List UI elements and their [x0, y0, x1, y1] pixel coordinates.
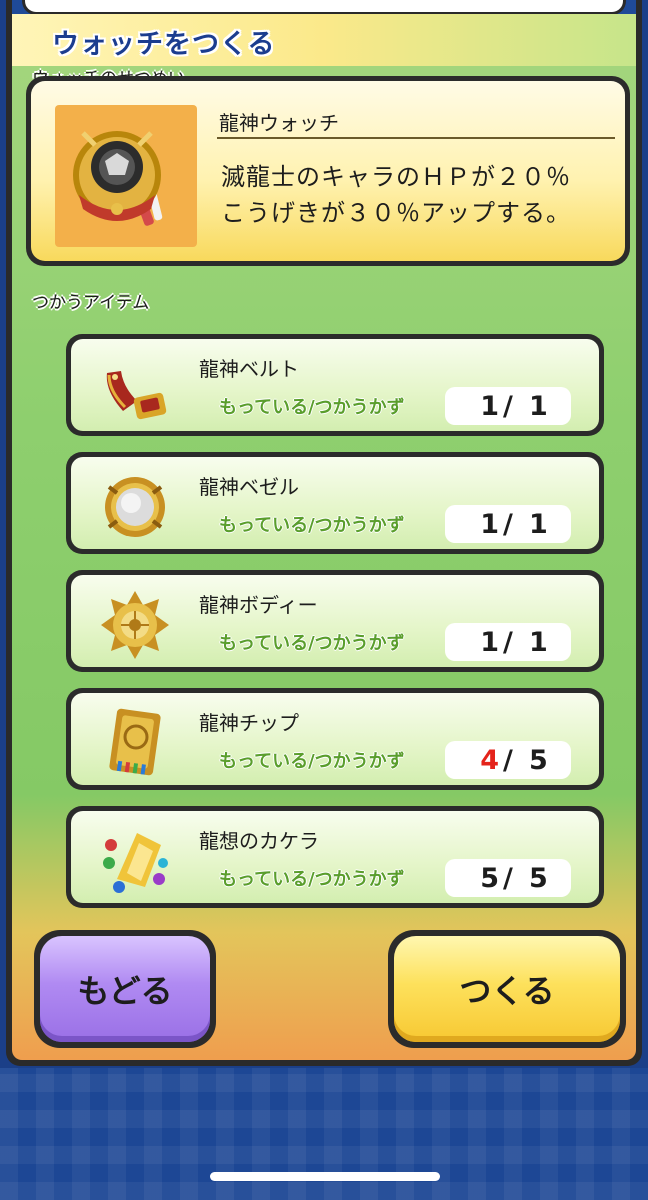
item-count-box: 1 / 1 — [445, 387, 571, 425]
need-count: 5 — [529, 745, 548, 776]
items-section-label: つかうアイテム — [32, 293, 150, 313]
item-count-box: 1 / 1 — [445, 505, 571, 543]
description-line-2: こうげきが３０％アップする。 — [221, 199, 571, 227]
back-button-label[interactable]: もどる — [40, 936, 210, 1042]
need-count: 5 — [529, 863, 548, 894]
item-card-body: 龍神ベルト もっている/つかうかず 1 / 1 — [71, 339, 599, 431]
item-card-body: 龍神チップ もっている/つかうかず 4 / 5 — [71, 693, 599, 785]
have-count: 1 — [480, 509, 499, 540]
home-indicator — [210, 1172, 440, 1181]
item-count-box: 4 / 5 — [445, 741, 571, 779]
watch-name: 龍神ウォッチ — [219, 111, 339, 135]
have-need-label: もっている/つかうかず — [219, 397, 405, 418]
list-item: 龍想のカケラ もっている/つかうかず 5 / 5 — [66, 806, 604, 908]
watch-craft-panel: ウォッチをつくる ウォッチのせつめい — [6, 0, 642, 1066]
item-name: 龍神ボディー — [199, 593, 318, 617]
have-need-label: もっている/つかうかず — [219, 751, 405, 772]
item-card-body: 龍神ベゼル もっている/つかうかず 1 / 1 — [71, 457, 599, 549]
have-need-label: もっている/つかうかず — [219, 633, 405, 654]
need-count: 1 — [529, 391, 548, 422]
fragment-icon — [97, 823, 173, 899]
back-button[interactable]: もどる — [34, 930, 216, 1048]
list-item: 龍神ボディー もっている/つかうかず 1 / 1 — [66, 570, 604, 672]
description-line-1: 滅龍士のキャラのＨＰが２０％ — [221, 163, 571, 191]
item-count-box: 1 / 1 — [445, 623, 571, 661]
bezel-icon — [97, 469, 173, 545]
need-count: 1 — [529, 627, 548, 658]
need-count: 1 — [529, 509, 548, 540]
count-slash: / — [503, 745, 513, 776]
item-name: 龍神ベルト — [199, 357, 299, 381]
item-card-body: 龍神ボディー もっている/つかうかず 1 / 1 — [71, 575, 599, 667]
item-name: 龍想のカケラ — [199, 829, 319, 853]
count-slash: / — [503, 509, 513, 540]
belt-icon — [97, 351, 173, 427]
description-card-body: 龍神ウォッチ 滅龍士のキャラのＨＰが２０％ こうげきが３０％アップする。 — [31, 81, 625, 261]
item-count-box: 5 / 5 — [445, 859, 571, 897]
name-divider — [217, 137, 615, 139]
panel-background: ウォッチをつくる ウォッチのせつめい — [12, 0, 636, 1060]
ryujin-watch-icon — [55, 105, 197, 247]
count-slash: / — [503, 863, 513, 894]
list-item: 龍神チップ もっている/つかうかず 4 / 5 — [66, 688, 604, 790]
count-slash: / — [503, 391, 513, 422]
chip-icon — [97, 705, 173, 781]
list-item: 龍神ベルト もっている/つかうかず 1 / 1 — [66, 334, 604, 436]
page-title: ウォッチをつくる — [52, 29, 276, 60]
have-need-label: もっている/つかうかず — [219, 869, 405, 890]
watch-description-card: 龍神ウォッチ 滅龍士のキャラのＨＰが２０％ こうげきが３０％アップする。 — [26, 76, 630, 266]
item-card-body: 龍想のカケラ もっている/つかうかず 5 / 5 — [71, 811, 599, 903]
have-count: 4 — [480, 745, 499, 776]
top-cap — [22, 0, 626, 15]
have-count: 1 — [480, 391, 499, 422]
list-item: 龍神ベゼル もっている/つかうかず 1 / 1 — [66, 452, 604, 554]
body-icon — [97, 587, 173, 663]
make-button-label[interactable]: つくる — [394, 936, 620, 1042]
make-watch-button[interactable]: つくる — [388, 930, 626, 1048]
have-need-label: もっている/つかうかず — [219, 515, 405, 536]
item-name: 龍神ベゼル — [199, 475, 299, 499]
count-slash: / — [503, 627, 513, 658]
item-name: 龍神チップ — [199, 711, 299, 735]
have-count: 1 — [480, 627, 499, 658]
have-count: 5 — [480, 863, 499, 894]
